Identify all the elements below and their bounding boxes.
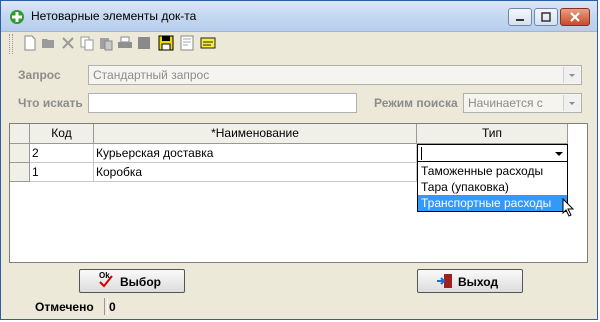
button-bar: Ok Выбор Выход — [9, 265, 589, 295]
query-value: Стандартный запрос — [93, 68, 210, 82]
search-mode-value: Начинается с — [468, 96, 543, 110]
table-cell-name[interactable]: Курьерская доставка — [94, 144, 417, 163]
dropdown-option-highlighted[interactable]: Транспортные расходы — [418, 195, 567, 211]
print-icon[interactable] — [117, 35, 133, 51]
close-button[interactable] — [560, 8, 590, 26]
delete-icon[interactable] — [60, 35, 76, 51]
maximize-icon — [541, 12, 551, 22]
open-folder-icon[interactable] — [41, 35, 57, 51]
stop-icon[interactable] — [136, 35, 152, 51]
chevron-down-icon[interactable] — [563, 67, 580, 83]
corner-header — [10, 124, 30, 144]
maximize-button[interactable] — [534, 8, 558, 26]
query-label: Запрос — [18, 68, 61, 82]
status-marked-count: 0 — [109, 300, 116, 314]
toolbar — [9, 34, 589, 54]
status-separator — [104, 298, 108, 315]
dropdown-option[interactable]: Тара (упаковка) — [418, 179, 567, 195]
column-header-name[interactable]: *Наименование — [94, 124, 417, 144]
exit-button-label: Выход — [458, 275, 499, 289]
row-selector[interactable] — [10, 163, 30, 182]
chevron-down-icon[interactable] — [551, 145, 567, 162]
search-input[interactable] — [88, 93, 357, 113]
save-icon[interactable] — [158, 35, 174, 51]
search-mode-select[interactable]: Начинается с — [463, 93, 582, 113]
app-icon — [10, 10, 24, 24]
close-icon — [570, 12, 580, 22]
search-mode-label: Режим поиска — [374, 96, 458, 110]
exit-button[interactable]: Выход — [417, 269, 523, 293]
select-button[interactable]: Ok Выбор — [79, 269, 185, 293]
copy-icon[interactable] — [79, 35, 95, 51]
type-dropdown-list: Таможенные расходы Тара (упаковка) Транс… — [417, 161, 568, 212]
status-bar: Отмечено 0 — [9, 297, 589, 317]
title-bar: Нетоварные элементы док-та — [1, 1, 597, 32]
column-header-code[interactable]: Код — [30, 124, 94, 144]
column-header-type[interactable]: Тип — [417, 124, 568, 144]
new-doc-icon[interactable] — [22, 35, 38, 51]
minimize-icon — [516, 19, 524, 21]
query-select[interactable]: Стандартный запрос — [88, 65, 582, 85]
status-marked-label: Отмечено — [35, 300, 94, 314]
table-cell-name[interactable]: Коробка — [94, 163, 417, 182]
toolbar-grip[interactable] — [9, 34, 13, 54]
exit-door-icon — [437, 274, 452, 288]
notes-icon[interactable] — [200, 35, 216, 51]
preview-icon[interactable] — [179, 35, 195, 51]
paste-icon[interactable] — [98, 35, 114, 51]
window-title: Нетоварные элементы док-та — [31, 9, 197, 23]
table-cell-code[interactable]: 1 — [30, 163, 94, 182]
minimize-button[interactable] — [508, 8, 532, 26]
dialog-window: Нетоварные элементы док-та Запрос Станда… — [0, 0, 598, 320]
ok-icon-text: Ok — [99, 271, 110, 280]
select-button-label: Выбор — [120, 275, 161, 289]
mouse-cursor-icon — [562, 198, 575, 217]
row-selector[interactable] — [10, 144, 30, 163]
text-caret — [421, 147, 422, 160]
table-cell-code[interactable]: 2 — [30, 144, 94, 163]
dropdown-option[interactable]: Таможенные расходы — [418, 163, 567, 179]
search-label: Что искать — [18, 96, 83, 110]
chevron-down-icon[interactable] — [563, 95, 580, 111]
